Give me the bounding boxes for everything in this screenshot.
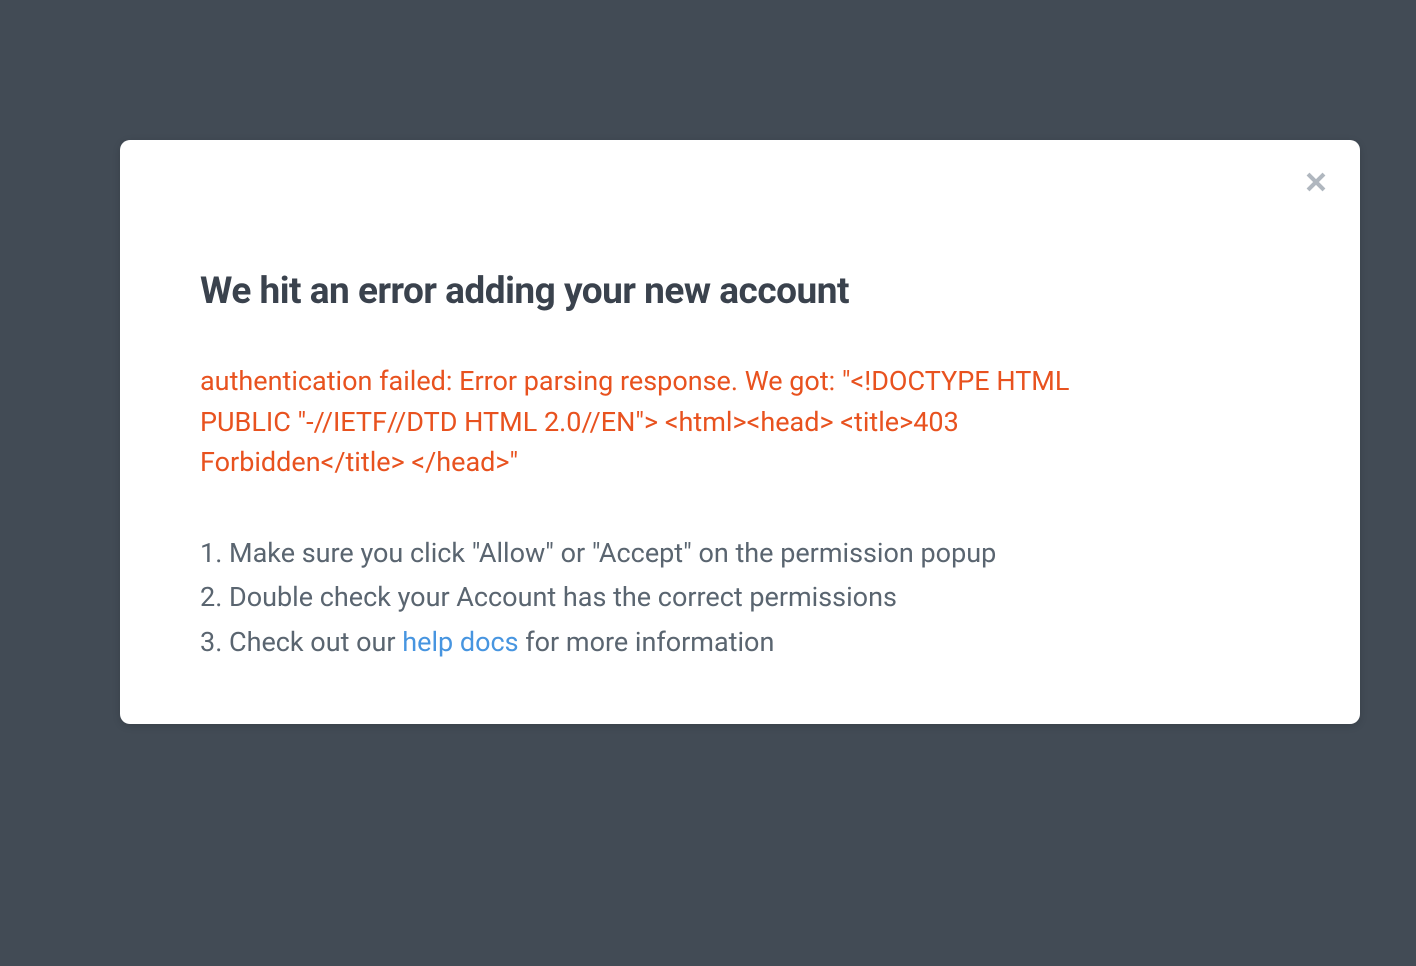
close-icon: [1302, 168, 1330, 200]
step-text-after: for more information: [519, 626, 775, 658]
close-button[interactable]: [1300, 168, 1332, 200]
steps-list: Make sure you click "Allow" or "Accept" …: [200, 531, 1280, 665]
list-item: Double check your Account has the correc…: [200, 575, 1280, 620]
error-modal: We hit an error adding your new account …: [120, 140, 1360, 724]
step-text: Check out our: [229, 626, 402, 658]
list-item: Check out our help docs for more informa…: [200, 620, 1280, 665]
step-text: Double check your Account has the correc…: [229, 581, 897, 613]
list-item: Make sure you click "Allow" or "Accept" …: [200, 531, 1280, 576]
help-docs-link[interactable]: help docs: [402, 626, 518, 658]
step-text: Make sure you click "Allow" or "Accept" …: [229, 537, 996, 569]
error-message: authentication failed: Error parsing res…: [200, 361, 1100, 483]
modal-title: We hit an error adding your new account: [200, 270, 1280, 313]
